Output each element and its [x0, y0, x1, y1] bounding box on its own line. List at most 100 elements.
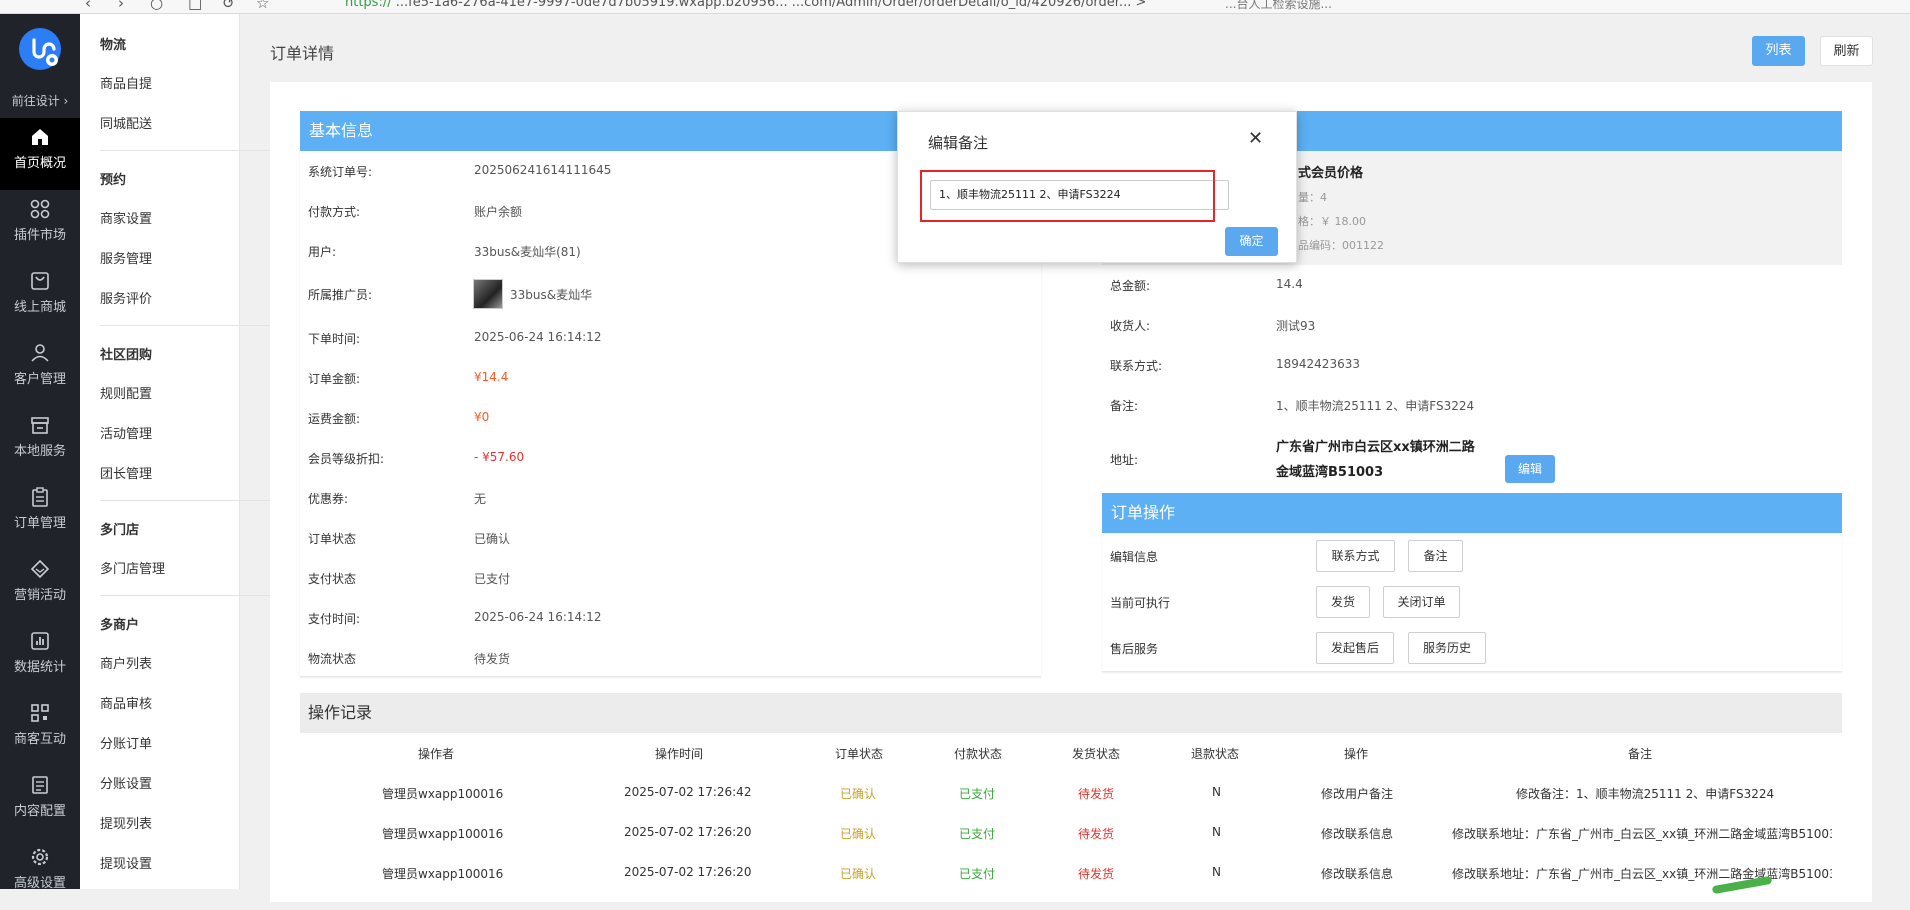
menu-group-title: 多门店 — [100, 523, 140, 538]
service-history-button[interactable]: 服务历史 — [1408, 632, 1486, 664]
menu-item-service-reviews[interactable]: 服务评价 — [100, 288, 152, 307]
menu-item-product-review[interactable]: 商品审核 — [100, 693, 152, 712]
cell-time: 2025-07-02 17:26:42 — [624, 785, 752, 799]
shop-icon — [31, 272, 49, 290]
cell-operation: 修改联系信息 — [1321, 827, 1394, 841]
menu-item-merchant-settings[interactable]: 商家设置 — [100, 208, 152, 227]
url-scheme: https:// — [345, 0, 392, 10]
menu-item-city-delivery[interactable]: 同城配送 — [100, 113, 152, 132]
menu-item-withdraw-list[interactable]: 提现列表 — [100, 813, 152, 832]
highlight-box — [920, 170, 1215, 222]
forward-icon[interactable]: › — [118, 0, 124, 12]
user-icon — [31, 344, 49, 362]
rail-item-local-service[interactable]: 本地服务 — [0, 406, 80, 478]
rail-label: 线上商城 — [13, 300, 66, 315]
edit-address-button[interactable]: 编辑 — [1505, 455, 1555, 483]
user-value: 33bus&麦灿华(81) — [474, 245, 581, 259]
qr-icon — [31, 704, 49, 722]
logistics-status-value: 待发货 — [474, 652, 511, 666]
close-icon[interactable]: ✕ — [1248, 128, 1263, 149]
app-logo[interactable] — [19, 28, 61, 70]
rail-label: 本地服务 — [13, 444, 66, 459]
history-icon[interactable]: ↺ — [222, 0, 235, 12]
product-price: 格：￥ 18.00 — [1298, 215, 1366, 228]
rail-label: 插件市场 — [13, 228, 66, 243]
menu-item-multi-store[interactable]: 多门店管理 — [100, 558, 165, 577]
product-qty: 量：4 — [1298, 191, 1327, 204]
coupon-label: 优惠券: — [308, 492, 349, 506]
browser-tab[interactable]: ...台人工检索设施... — [1225, 0, 1332, 12]
start-after-sales-button[interactable]: 发起售后 — [1316, 632, 1394, 664]
cell-shipping-status: 待发货 — [1078, 867, 1115, 881]
coupon-value: 无 — [474, 492, 487, 506]
cell-refund-status: N — [1212, 825, 1221, 839]
address-line-2: 金域蓝湾B51003 — [1276, 465, 1384, 480]
address-value: 广东省广州市白云区xx镇环洲二路 金域蓝湾B51003 — [1276, 435, 1516, 485]
close-order-button[interactable]: 关闭订单 — [1383, 586, 1460, 618]
table-header-operation: 操作 — [1344, 747, 1369, 761]
refresh-button[interactable]: 刷新 — [1820, 36, 1873, 66]
order-status-value: 已确认 — [474, 532, 511, 546]
total-value: 14.4 — [1276, 277, 1303, 291]
member-discount-label: 会员等级折扣: — [308, 452, 385, 466]
rail-item-statistics[interactable]: 数据统计 — [0, 622, 80, 694]
cell-operator: 管理员wxapp100016 — [382, 827, 504, 841]
contact-label: 联系方式: — [1110, 359, 1163, 373]
menu-item-pickup[interactable]: 商品自提 — [100, 73, 152, 92]
rail-item-marketing[interactable]: 营销活动 — [0, 550, 80, 622]
back-icon[interactable]: ‹ — [85, 0, 91, 12]
menu-item-activities[interactable]: 活动管理 — [100, 423, 152, 442]
rail-item-plugins[interactable]: 插件市场 — [0, 190, 80, 262]
menu-item-leaders[interactable]: 团长管理 — [100, 463, 152, 482]
address-line-1: 广东省广州市白云区xx镇环洲二路 — [1276, 440, 1475, 455]
confirm-button[interactable]: 确定 — [1225, 227, 1278, 256]
address-bar[interactable]: https:// ...fe5-1a6-276a-41e7-9997-0de7d… — [345, 0, 1146, 10]
receiver-label: 收货人: — [1110, 319, 1151, 333]
star-icon[interactable]: ☆ — [256, 0, 269, 12]
rail-item-content[interactable]: 内容配置 — [0, 766, 80, 838]
table-header-time: 操作时间 — [655, 747, 704, 761]
rail-label: 首页概况 — [13, 156, 66, 171]
cell-operation: 修改用户备注 — [1321, 787, 1394, 801]
menu-group-title: 多商户 — [100, 618, 140, 633]
rail-label: 营销活动 — [13, 588, 66, 603]
icon-rail: 前往设计 › 首页概况 插件市场 线上商城 客户管理 本地服务 订单管理 营销活… — [0, 14, 80, 891]
cell-refund-status: N — [1212, 785, 1221, 799]
menu-item-service-management[interactable]: 服务管理 — [100, 248, 152, 267]
order-amount-value: ¥14.4 — [474, 370, 509, 384]
list-button[interactable]: 列表 — [1752, 36, 1805, 66]
menu-item-split-orders[interactable]: 分账订单 — [100, 733, 152, 752]
avatar — [473, 279, 503, 309]
bookmark-icon[interactable]: □ — [188, 0, 202, 12]
menu-item-withdraw-settings[interactable]: 提现设置 — [100, 853, 152, 872]
chart-icon — [31, 632, 49, 650]
payment-time-label: 支付时间: — [308, 612, 361, 626]
secondary-menu: 物流 商品自提 同城配送 预约 商家设置 服务管理 服务评价 社区团购 规则配置… — [80, 14, 300, 889]
rail-item-orders[interactable]: 订单管理 — [0, 478, 80, 550]
goto-design-link[interactable]: 前往设计 › — [0, 92, 80, 109]
cell-shipping-status: 待发货 — [1078, 787, 1115, 801]
ship-button[interactable]: 发货 — [1316, 586, 1370, 618]
contact-info-button[interactable]: 联系方式 — [1316, 540, 1395, 572]
contact-value: 18942423633 — [1276, 357, 1360, 371]
rail-item-customers[interactable]: 客户管理 — [0, 334, 80, 406]
menu-item-split-settings[interactable]: 分账设置 — [100, 773, 152, 792]
cell-order-status: 已确认 — [840, 827, 877, 841]
payment-status-value: 已支付 — [474, 572, 511, 586]
remark-button[interactable]: 备注 — [1408, 540, 1463, 572]
reload-icon[interactable]: ○ — [150, 0, 163, 12]
menu-item-merchant-list[interactable]: 商户列表 — [100, 653, 152, 672]
table-header-order-status: 订单状态 — [835, 747, 884, 761]
total-label: 总金额: — [1110, 279, 1151, 293]
url-text: ...fe5-1a6-276a-41e7-9997-0de7d7b05919.w… — [391, 0, 1147, 10]
rail-item-advanced[interactable]: 高级设置 — [0, 838, 80, 910]
table-header-operator: 操作者 — [418, 747, 455, 761]
rail-item-home[interactable]: 首页概况 — [0, 118, 80, 190]
address-label: 地址: — [1110, 453, 1139, 467]
menu-item-rules[interactable]: 规则配置 — [100, 383, 152, 402]
rail-item-shop[interactable]: 线上商城 — [0, 262, 80, 334]
table-header-shipping-status: 发货状态 — [1072, 747, 1121, 761]
member-discount-value: - ¥57.60 — [474, 450, 525, 464]
rail-item-interaction[interactable]: 商客互动 — [0, 694, 80, 766]
product-code: 品编码：001122 — [1298, 239, 1384, 252]
